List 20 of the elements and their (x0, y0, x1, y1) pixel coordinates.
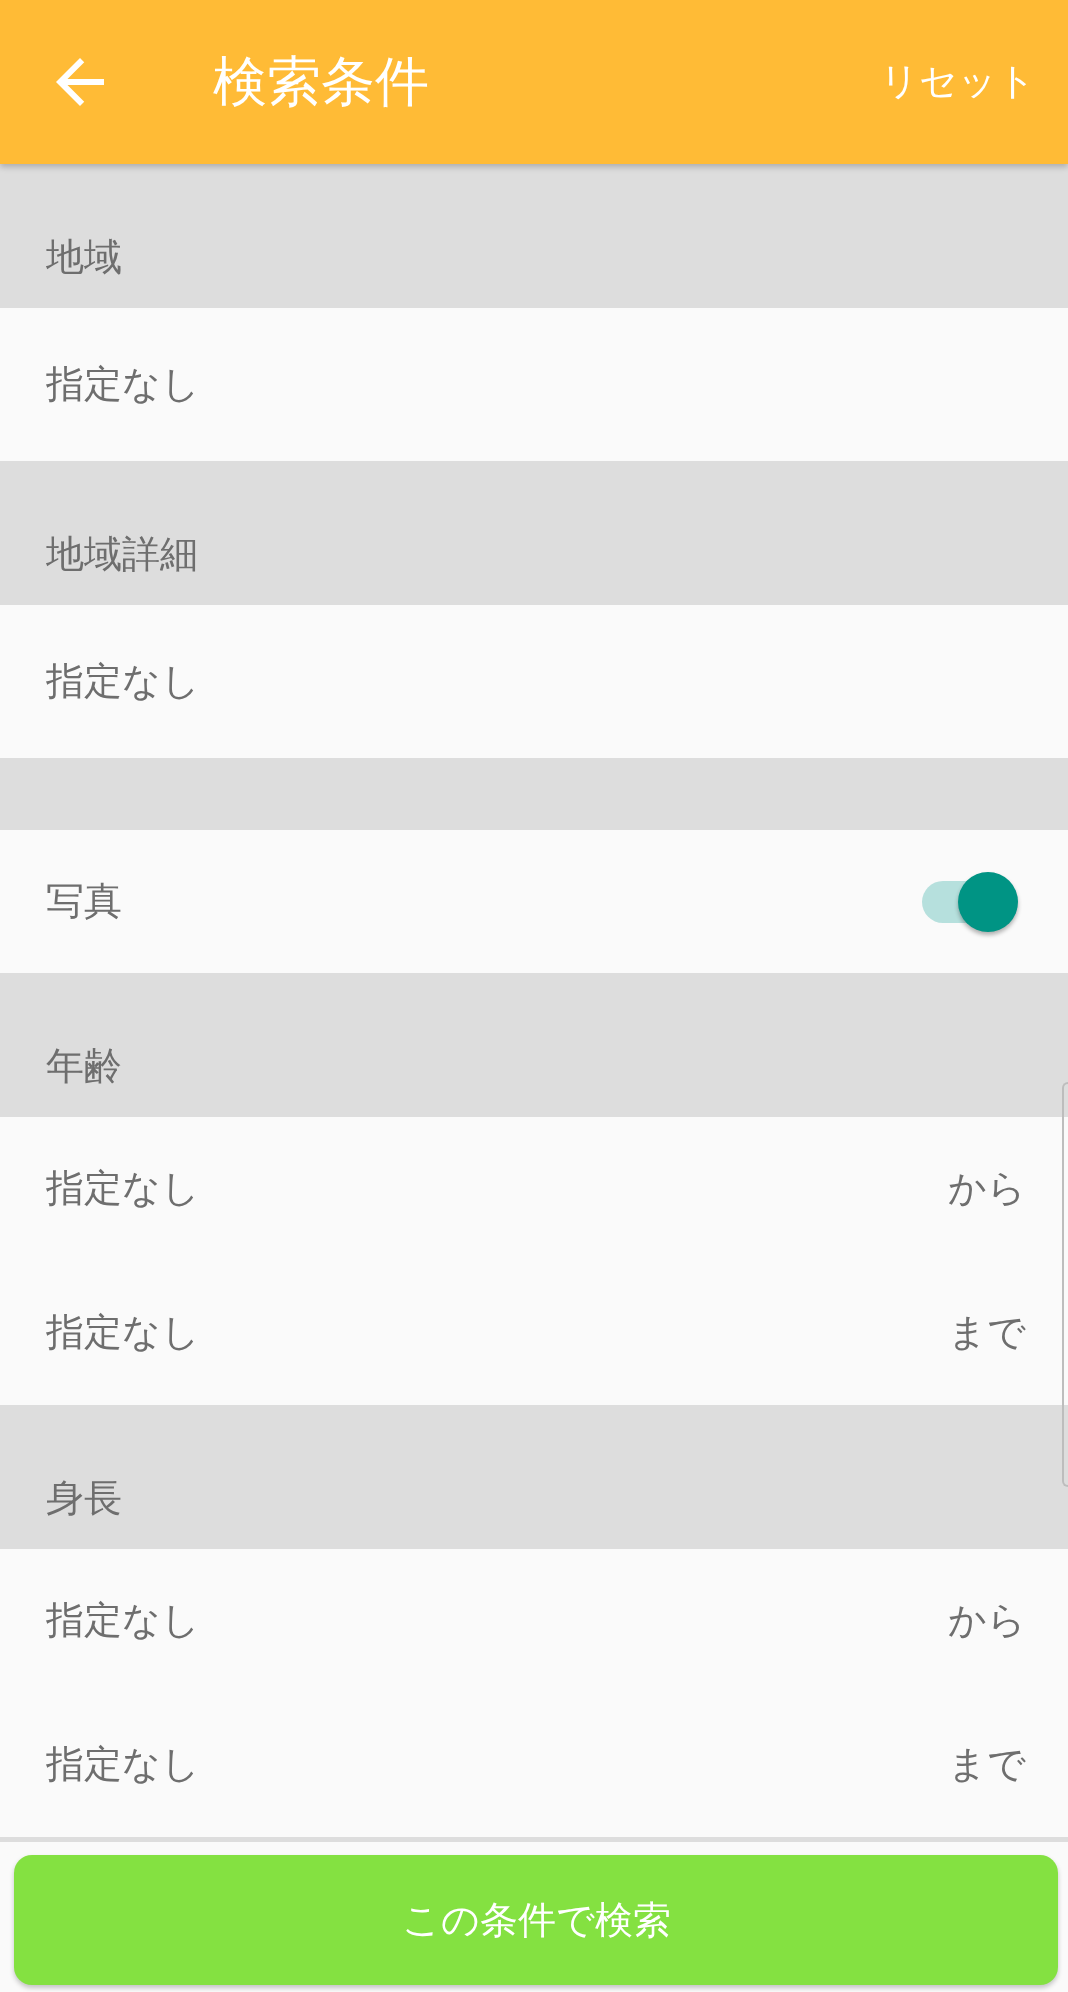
section-title: 身長 (46, 1474, 122, 1522)
range-label: から (948, 1165, 1026, 1213)
range-label: から (948, 1597, 1026, 1645)
toggle-switch[interactable] (922, 871, 1018, 932)
range-label: まで (948, 1309, 1026, 1357)
screen-title: 検索条件 (213, 49, 429, 115)
toggle-label: 写真 (46, 877, 122, 925)
section-title: 地域詳細 (46, 530, 198, 578)
value-text[interactable]: 指定なし (46, 359, 200, 410)
section-title: 年齢 (46, 1042, 122, 1090)
value-text[interactable]: 指定なし (46, 1308, 200, 1358)
range-label: まで (948, 1741, 1026, 1789)
value-text[interactable]: 指定なし (46, 1164, 200, 1214)
edge-panel-handle[interactable] (1062, 1082, 1068, 1487)
back-arrow-icon (56, 58, 104, 106)
section-title: 地域 (46, 233, 122, 281)
value-text[interactable]: 指定なし (46, 1596, 200, 1646)
value-text[interactable]: 指定なし (46, 1740, 200, 1790)
value-text[interactable]: 指定なし (46, 656, 200, 707)
back-button[interactable] (56, 58, 104, 106)
